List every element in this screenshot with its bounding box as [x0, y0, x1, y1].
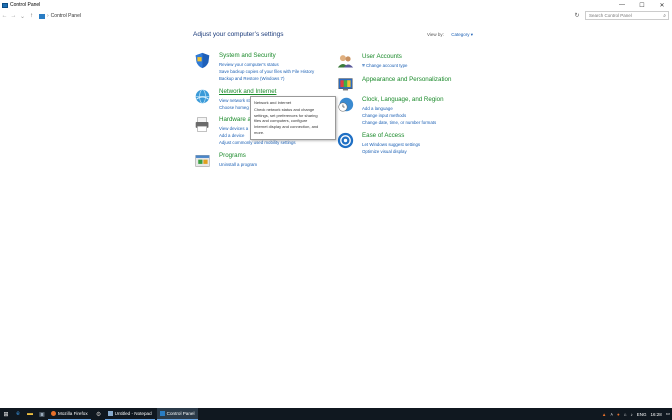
add-language-link[interactable]: Add a language	[362, 105, 444, 112]
change-account-type-link[interactable]: Change account type	[362, 62, 408, 69]
tooltip-line: Network and Internet	[254, 100, 292, 105]
category-ease-of-access: Ease of Access Let Windows suggest setti…	[337, 132, 420, 155]
minimize-button[interactable]: —	[612, 0, 632, 10]
category-clock-language-region: Clock, Language, and Region Add a langua…	[337, 96, 444, 126]
category-appearance: Appearance and Personalization	[337, 76, 451, 93]
notepad-icon	[107, 411, 113, 416]
search-icon[interactable]: ⌕	[663, 13, 666, 19]
category-user-accounts: User Accounts Change account type	[337, 53, 408, 70]
recent-chevron-icon[interactable]: ⌄	[18, 11, 27, 21]
clock[interactable]: 16:28	[650, 412, 661, 417]
change-formats-link[interactable]: Change date, time, or number formats	[362, 119, 444, 126]
mobility-settings-link[interactable]: Adjust commonly used mobility settings	[219, 139, 296, 146]
control-panel-taskbar-icon	[159, 411, 165, 416]
title-bar[interactable]: Control Panel — ☐ ✕	[0, 0, 672, 10]
up-arrow-icon[interactable]: ↑	[27, 11, 36, 21]
review-status-link[interactable]: Review your computer's status	[219, 61, 314, 68]
page-title: Adjust your computer’s settings	[193, 31, 284, 38]
breadcrumb-separator-icon: ›	[47, 13, 49, 19]
category-programs: Programs Uninstall a program	[194, 152, 257, 169]
file-explorer-icon[interactable]: ▬	[24, 408, 36, 420]
category-system-security: System and Security Review your computer…	[194, 52, 314, 82]
change-input-methods-link[interactable]: Change input methods	[362, 112, 444, 119]
control-panel-window: Control Panel — ☐ ✕ ← → ⌄ ↑ › Control Pa…	[0, 0, 672, 408]
programs-title[interactable]: Programs	[219, 152, 257, 159]
clock-globe-icon[interactable]	[337, 96, 354, 113]
refresh-icon[interactable]: ↻	[572, 11, 582, 20]
optimize-display-link[interactable]: Optimize visual display	[362, 148, 420, 155]
volume-icon[interactable]: ♪	[630, 412, 632, 417]
tooltip-line: more.	[254, 130, 265, 135]
taskbar: ⊞ e ▬ ▣ Mozilla Firefox ⚙ Untitled - Not…	[0, 408, 672, 420]
network-globe-icon[interactable]	[194, 88, 211, 105]
search-input[interactable]: Search Control Panel ⌕	[585, 11, 669, 20]
system-security-title[interactable]: System and Security	[219, 52, 314, 59]
ease-of-access-title[interactable]: Ease of Access	[362, 132, 420, 139]
tray-app-icon[interactable]: ▲	[602, 412, 606, 417]
shield-icon[interactable]	[194, 52, 211, 69]
appearance-icon[interactable]	[337, 76, 354, 93]
notification-icon[interactable]: ▭	[666, 411, 670, 417]
clock-language-title[interactable]: Clock, Language, and Region	[362, 96, 444, 103]
file-history-link[interactable]: Save backup copies of your files with Fi…	[219, 68, 314, 75]
view-by: View by: Category ▾	[427, 32, 473, 38]
settings-gear-icon[interactable]: ⚙	[93, 408, 105, 420]
language-indicator[interactable]: ENG	[637, 412, 647, 417]
window-title: Control Panel	[10, 2, 41, 8]
control-panel-small-icon	[39, 13, 45, 19]
taskbar-notepad[interactable]: Untitled - Notepad	[104, 408, 155, 420]
taskbar-firefox[interactable]: Mozilla Firefox	[48, 408, 91, 420]
close-button[interactable]: ✕	[652, 0, 672, 10]
printer-icon[interactable]	[194, 116, 211, 133]
user-accounts-icon[interactable]	[337, 53, 354, 70]
taskbar-app-label: Untitled - Notepad	[114, 411, 152, 416]
appearance-title[interactable]: Appearance and Personalization	[362, 76, 451, 83]
edge-browser-icon[interactable]: e	[12, 408, 24, 420]
user-accounts-title[interactable]: User Accounts	[362, 53, 408, 60]
view-by-label: View by:	[427, 32, 444, 37]
backup-restore-link[interactable]: Backup and Restore (Windows 7)	[219, 75, 314, 82]
network-tooltip: Network and Internet Check network statu…	[250, 96, 336, 140]
tooltip-line: Check network status and change	[254, 107, 315, 112]
maximize-button[interactable]: ☐	[632, 0, 652, 10]
forward-arrow-icon[interactable]: →	[9, 11, 18, 21]
firefox-icon	[51, 411, 56, 416]
store-icon[interactable]: ▣	[36, 408, 48, 420]
suggest-settings-link[interactable]: Let Windows suggest settings	[362, 141, 420, 148]
breadcrumb[interactable]: › Control Panel	[36, 12, 84, 21]
programs-icon[interactable]	[194, 152, 211, 169]
view-by-dropdown[interactable]: Category ▾	[451, 32, 473, 37]
search-placeholder: Search Control Panel	[589, 13, 632, 18]
uninstall-program-link[interactable]: Uninstall a program	[219, 161, 257, 168]
taskbar-app-label: Control Panel	[166, 411, 195, 416]
tray-app-icon[interactable]: ●	[617, 412, 620, 417]
network-internet-title[interactable]: Network and Internet	[219, 88, 276, 95]
taskbar-control-panel[interactable]: Control Panel	[156, 408, 198, 420]
back-arrow-icon[interactable]: ←	[0, 11, 9, 21]
ease-of-access-icon[interactable]	[337, 132, 354, 149]
control-panel-icon	[2, 2, 8, 8]
start-windows-icon[interactable]: ⊞	[0, 408, 12, 420]
network-tray-icon[interactable]: ⌂	[624, 412, 627, 417]
breadcrumb-control-panel[interactable]: Control Panel	[51, 13, 81, 19]
system-tray: ▲ ˄ ● ⌂ ♪ ENG 16:28 ▭	[598, 408, 670, 420]
chevron-up-icon[interactable]: ˄	[610, 412, 613, 417]
taskbar-app-label: Mozilla Firefox	[58, 411, 88, 416]
address-bar: ← → ⌄ ↑ › Control Panel ↻ Search Control…	[0, 10, 672, 22]
